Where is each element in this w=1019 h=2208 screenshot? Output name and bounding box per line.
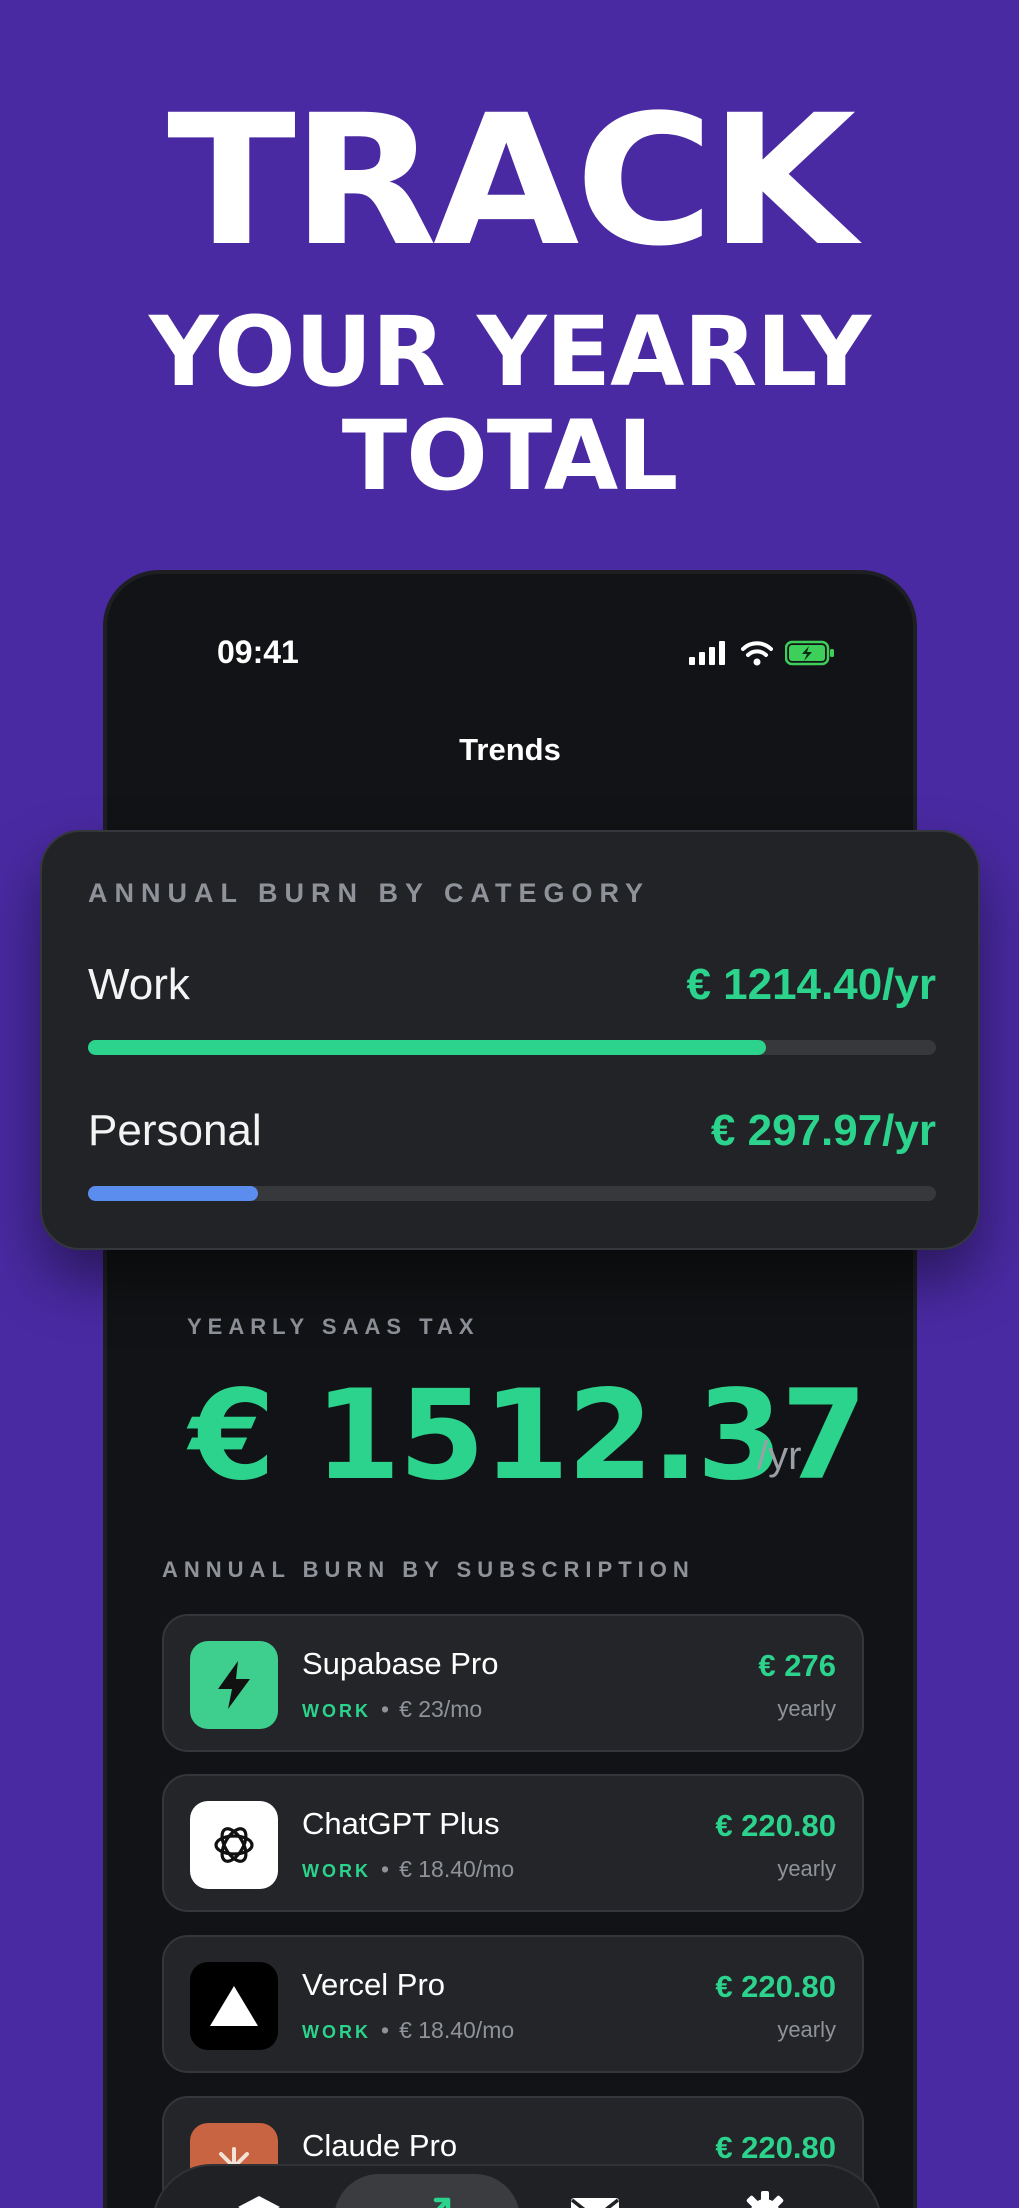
subscription-item[interactable]: ChatGPT Plus WORK • € 18.40/mo € 220.80 ye… — [162, 1774, 864, 1912]
layers-icon — [238, 2196, 280, 2208]
yearly-tax-unit: /yr — [757, 1434, 802, 1478]
tab-settings[interactable] — [720, 2184, 810, 2208]
subscription-yearly-price: € 220.80 — [715, 1969, 836, 2004]
phone-frame: 09:41 Trends YEARLY SAAS TAX € 1512.37 /… — [103, 570, 917, 2208]
category-card: ANNUAL BURN BY CATEGORY Work € 1214.40/y… — [40, 830, 980, 1250]
subscription-yearly-price: € 220.80 — [715, 2130, 836, 2165]
category-label: Work — [88, 960, 190, 1009]
page-title: Trends — [459, 732, 561, 767]
status-icons — [689, 640, 835, 666]
status-time: 09:41 — [217, 634, 299, 670]
subscription-yearly-price: € 220.80 — [715, 1808, 836, 1843]
triangle-icon — [190, 1962, 278, 2050]
tab-trends[interactable] — [382, 2184, 472, 2208]
category-progress-track — [88, 1186, 936, 1201]
separator-dot: • — [381, 2017, 390, 2043]
subscription-name: ChatGPT Plus — [302, 1806, 500, 1841]
subscription-period: yearly — [777, 1696, 836, 1721]
signal-icon — [689, 641, 725, 665]
subscription-category: WORK — [302, 1861, 371, 1881]
mail-icon — [570, 2198, 620, 2208]
wifi-icon — [741, 641, 773, 666]
tab-inbox[interactable] — [550, 2184, 640, 2208]
category-value: € 297.97/yr — [710, 1106, 936, 1155]
subscription-monthly: € 18.40/mo — [399, 1856, 515, 1882]
headline-line-3: TOTAL — [341, 400, 679, 512]
subscription-category: WORK — [302, 1701, 371, 1721]
category-progress-track — [88, 1040, 936, 1055]
category-progress-fill — [88, 1040, 767, 1055]
category-card-title: ANNUAL BURN BY CATEGORY — [88, 878, 651, 908]
status-bar: 09:41 — [107, 634, 913, 684]
subscription-name: Supabase Pro — [302, 1646, 499, 1681]
tab-subscriptions[interactable] — [214, 2184, 304, 2208]
subscription-period: yearly — [777, 2017, 836, 2042]
separator-dot: • — [381, 1856, 390, 1882]
headline-subtitle: YOUR YEARLY TOTAL — [0, 300, 1019, 508]
subscription-monthly: € 18.40/mo — [399, 2017, 515, 2043]
tab-bar — [152, 2164, 882, 2208]
subscription-name: Claude Pro — [302, 2128, 458, 2163]
headline-line-2: YOUR YEARLY — [148, 296, 871, 408]
gear-icon — [746, 2191, 784, 2208]
subscription-monthly: € 23/mo — [399, 1696, 483, 1722]
category-label: Personal — [88, 1106, 262, 1155]
openai-icon — [190, 1801, 278, 1889]
subscriptions-label: ANNUAL BURN BY SUBSCRIPTION — [162, 1557, 695, 1582]
subscription-item[interactable]: Vercel Pro WORK • € 18.40/mo € 220.80 year… — [162, 1935, 864, 2073]
subscription-name: Vercel Pro — [302, 1967, 446, 2002]
subscription-meta: WORK • € 23/mo — [302, 1696, 482, 1723]
battery-icon — [785, 640, 834, 666]
category-progress-fill — [88, 1186, 258, 1201]
subscription-yearly-price: € 276 — [758, 1648, 836, 1683]
trends-icon — [433, 2197, 451, 2208]
headline-track: TRACK — [167, 77, 856, 286]
subscription-item[interactable]: Supabase Pro WORK • € 23/mo € 276 yearly — [162, 1614, 864, 1752]
category-value: € 1214.40/yr — [686, 960, 936, 1009]
subscription-meta: WORK • € 18.40/mo — [302, 2017, 514, 2044]
bolt-icon — [190, 1641, 278, 1729]
yearly-tax-label: YEARLY SAAS TAX — [187, 1314, 480, 1339]
separator-dot: • — [381, 1696, 390, 1722]
subscription-period: yearly — [777, 1856, 836, 1881]
subscription-category: WORK — [302, 2022, 371, 2042]
subscription-meta: WORK • € 18.40/mo — [302, 1856, 514, 1883]
